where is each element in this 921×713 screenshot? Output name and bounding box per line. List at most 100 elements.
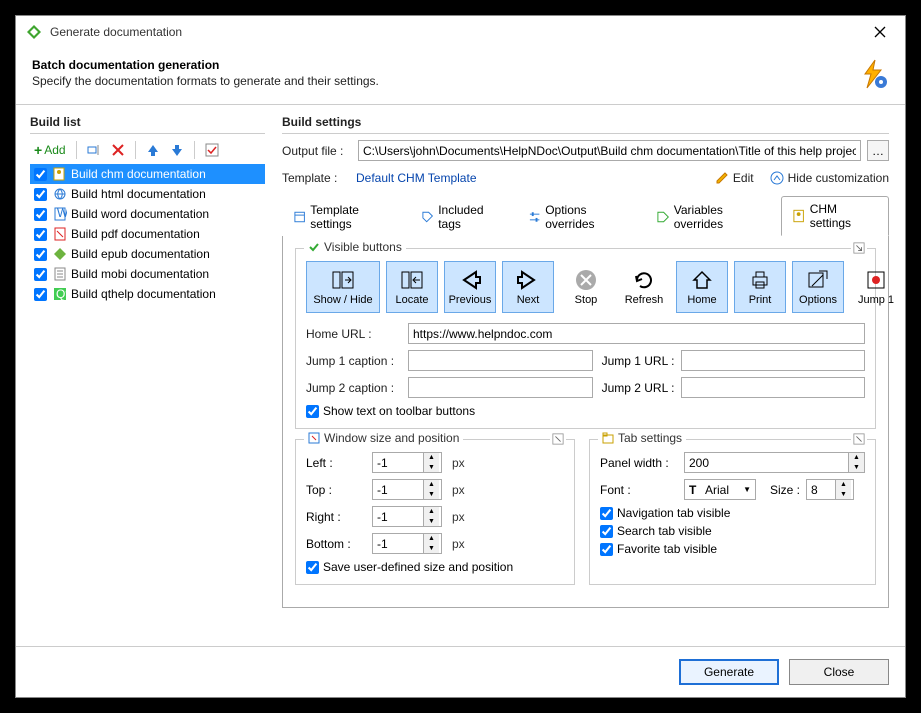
window-close-button[interactable] [865, 22, 895, 42]
titlebar: Generate documentation [16, 16, 905, 48]
btn-home[interactable]: Home [676, 261, 728, 313]
fav-tab-checkbox[interactable] [600, 543, 613, 556]
header-subtitle: Specify the documentation formats to gen… [32, 74, 857, 88]
settings-tabs: Template settings Included tags Options … [282, 195, 889, 236]
show-text-checkbox[interactable] [306, 405, 319, 418]
move-down-button[interactable] [166, 141, 188, 159]
check-all-button[interactable] [201, 141, 223, 159]
build-item-checkbox[interactable] [34, 188, 47, 201]
btn-locate[interactable]: Locate [386, 261, 438, 313]
build-item-checkbox[interactable] [34, 288, 47, 301]
build-settings-title: Build settings [282, 115, 889, 129]
expand-corner-icon[interactable] [550, 431, 566, 447]
generate-button[interactable]: Generate [679, 659, 779, 685]
mobi-icon [53, 267, 67, 281]
build-item-html[interactable]: Build html documentation [30, 184, 265, 204]
btn-stop[interactable]: Stop [560, 261, 612, 313]
search-tab-checkbox[interactable] [600, 525, 613, 538]
close-button[interactable]: Close [789, 659, 889, 685]
tab-variables-overrides[interactable]: Variables overrides [645, 196, 781, 236]
expand-corner-icon[interactable] [851, 431, 867, 447]
btn-jump1[interactable]: Jump 1 [850, 261, 902, 313]
build-item-qthelp[interactable]: Qt Build qthelp documentation [30, 284, 265, 304]
build-item-pdf[interactable]: Build pdf documentation [30, 224, 265, 244]
panel-width-input[interactable] [685, 453, 848, 472]
btn-previous[interactable]: Previous [444, 261, 496, 313]
output-file-label: Output file : [282, 144, 352, 158]
build-item-mobi[interactable]: Build mobi documentation [30, 264, 265, 284]
word-icon: W [53, 207, 67, 221]
header: Batch documentation generation Specify t… [16, 48, 905, 104]
template-link[interactable]: Default CHM Template [356, 171, 477, 185]
spin-down[interactable]: ▼ [424, 490, 439, 500]
print-icon [748, 268, 772, 292]
build-item-label: Build html documentation [71, 187, 206, 201]
spin-up[interactable]: ▲ [424, 534, 439, 544]
nav-tab-checkbox[interactable] [600, 507, 613, 520]
right-label: Right : [306, 510, 366, 524]
top-input[interactable] [373, 480, 423, 499]
dialog-window: Generate documentation Batch documentati… [15, 15, 906, 698]
left-input[interactable] [373, 453, 423, 472]
font-icon: T [689, 484, 701, 496]
chm-settings-content: Visible buttons Show / Hide Locate Previ… [282, 236, 889, 608]
btn-options[interactable]: Options [792, 261, 844, 313]
rename-button[interactable] [83, 141, 105, 159]
jump2-caption-input[interactable] [408, 377, 593, 398]
spin-down[interactable]: ▼ [849, 463, 864, 473]
build-item-checkbox[interactable] [34, 208, 47, 221]
tab-included-tags[interactable]: Included tags [410, 196, 517, 236]
arrow-down-icon [170, 143, 184, 157]
tab-chm-settings[interactable]: CHM settings [781, 196, 889, 236]
spin-down[interactable]: ▼ [836, 490, 851, 500]
build-item-checkbox[interactable] [34, 228, 47, 241]
html-icon [53, 187, 67, 201]
btn-next[interactable]: Next [502, 261, 554, 313]
move-up-button[interactable] [142, 141, 164, 159]
browse-output-button[interactable]: … [867, 140, 889, 161]
epub-icon [53, 247, 67, 261]
home-url-input[interactable] [408, 323, 865, 344]
jump2-url-input[interactable] [681, 377, 866, 398]
output-file-input[interactable] [358, 140, 861, 161]
edit-template-button[interactable]: Edit [715, 171, 754, 185]
hide-customization-button[interactable]: Hide customization [770, 171, 889, 185]
build-item-checkbox[interactable] [34, 168, 47, 181]
font-label: Font : [600, 483, 678, 497]
jump1-url-input[interactable] [681, 350, 866, 371]
expand-corner-icon[interactable] [851, 240, 867, 256]
btn-show-hide[interactable]: Show / Hide [306, 261, 380, 313]
tab-template-settings[interactable]: Template settings [282, 196, 410, 236]
spin-down[interactable]: ▼ [424, 463, 439, 473]
right-input[interactable] [373, 507, 423, 526]
header-title: Batch documentation generation [32, 58, 857, 72]
font-select[interactable]: TArial▼ [684, 479, 756, 500]
build-item-word[interactable]: W Build word documentation [30, 204, 265, 224]
spin-up[interactable]: ▲ [424, 480, 439, 490]
jump1-caption-label: Jump 1 caption : [306, 354, 402, 368]
dialog-footer: Generate Close [16, 646, 905, 697]
save-size-checkbox[interactable] [306, 561, 319, 574]
btn-print[interactable]: Print [734, 261, 786, 313]
delete-button[interactable] [107, 141, 129, 159]
jump1-caption-input[interactable] [408, 350, 593, 371]
spin-down[interactable]: ▼ [424, 544, 439, 554]
build-list-title: Build list [30, 115, 265, 129]
build-item-chm[interactable]: Build chm documentation [30, 164, 265, 184]
add-button[interactable]: + Add [30, 140, 70, 160]
font-size-input[interactable] [807, 480, 835, 499]
build-item-epub[interactable]: Build epub documentation [30, 244, 265, 264]
spin-up[interactable]: ▲ [424, 453, 439, 463]
build-item-label: Build mobi documentation [71, 267, 209, 281]
spin-up[interactable]: ▲ [836, 480, 851, 490]
spin-up[interactable]: ▲ [849, 453, 864, 463]
build-item-checkbox[interactable] [34, 268, 47, 281]
spin-up[interactable]: ▲ [424, 507, 439, 517]
tab-options-overrides[interactable]: Options overrides [517, 196, 646, 236]
bottom-input[interactable] [373, 534, 423, 553]
visible-buttons-group: Visible buttons Show / Hide Locate Previ… [295, 248, 876, 429]
build-item-checkbox[interactable] [34, 248, 47, 261]
spin-down[interactable]: ▼ [424, 517, 439, 527]
template-icon [293, 210, 306, 224]
btn-refresh[interactable]: Refresh [618, 261, 670, 313]
